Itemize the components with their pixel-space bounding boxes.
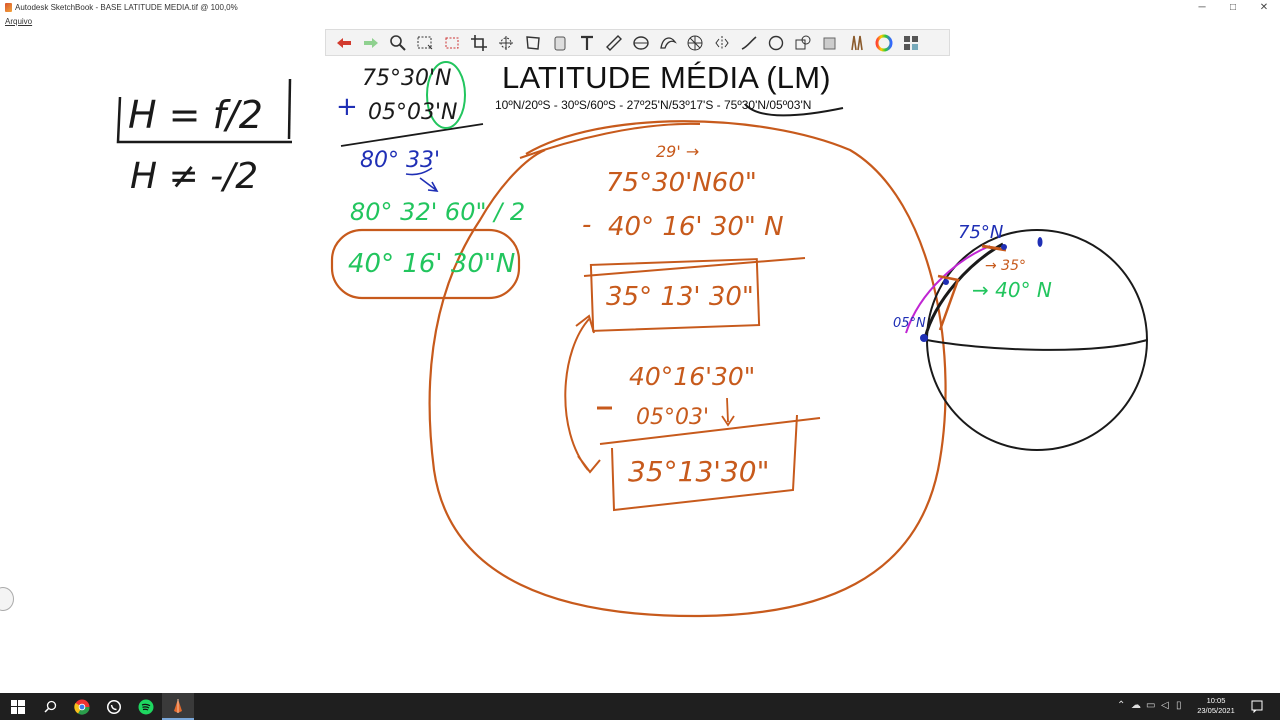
spotify-taskbar-button[interactable] — [130, 693, 162, 720]
shape-icon — [795, 35, 810, 49]
plus-sign: + — [336, 92, 358, 122]
minimize-button[interactable]: ─ — [1186, 0, 1218, 14]
formula-top: H = f/2 — [128, 93, 263, 137]
menu-bar: Arquivo — [0, 14, 1280, 28]
redo-icon — [363, 37, 378, 48]
ruler-icon — [605, 34, 622, 51]
sketchbook-app-icon — [5, 3, 12, 12]
distort-icon — [525, 35, 540, 50]
undo-button[interactable] — [332, 31, 355, 54]
network-icon[interactable]: ▭ — [1146, 700, 1155, 711]
sketchbook-taskbar-button[interactable] — [162, 693, 194, 720]
sketchbook-toolbar — [325, 29, 950, 56]
zoom-icon — [389, 34, 406, 51]
color-puck-icon — [903, 35, 918, 50]
windows-start-icon — [11, 699, 25, 714]
globe-label-75n: 75°N — [958, 222, 1004, 243]
chrome-taskbar-button[interactable] — [66, 693, 98, 720]
fill-button[interactable] — [548, 31, 571, 54]
sum-result: 80° 33' — [360, 148, 441, 173]
color-puck-button[interactable] — [899, 31, 922, 54]
maximize-button[interactable]: □ — [1217, 0, 1249, 14]
redo-button[interactable] — [359, 31, 382, 54]
french-curve-icon — [659, 36, 677, 49]
french-curve-button[interactable] — [656, 31, 679, 54]
document-subtitle: 10ºN/20ºS - 30ºS/60ºS - 27º25'N/53º17'S … — [495, 98, 812, 112]
brush-palette-button[interactable] — [845, 31, 868, 54]
color-wheel-icon — [875, 34, 892, 51]
perspective-icon — [687, 35, 702, 50]
search-icon — [43, 700, 56, 713]
search-button[interactable] — [34, 693, 66, 720]
spotify-icon — [138, 699, 154, 714]
tray-chevron-up-icon[interactable]: ⌃ — [1117, 700, 1125, 711]
formula-bottom: H ≠ -/2 — [130, 156, 259, 197]
windows-taskbar: ⌃ ☁ ▭ ◁ ▯ 10:05 23/05/2021 — [0, 693, 1280, 720]
globe-label-05n: 05°N — [893, 316, 926, 331]
sum-line1: 75°30'N — [362, 66, 452, 91]
crop-button[interactable] — [467, 31, 490, 54]
select-button[interactable] — [413, 31, 436, 54]
symmetry-button[interactable] — [710, 31, 733, 54]
copic-icon — [823, 37, 835, 49]
transform-button[interactable] — [494, 31, 517, 54]
window-title: Autodesk SketchBook - BASE LATITUDE MEDI… — [15, 3, 238, 12]
line-icon — [741, 35, 757, 50]
brush-palette-icon — [850, 35, 863, 50]
symmetry-icon — [714, 35, 729, 50]
copic-button[interactable] — [818, 31, 841, 54]
ellipse-guide-icon — [632, 35, 649, 50]
check-result: 35°13'30" — [628, 455, 770, 488]
title-bar: Autodesk SketchBook - BASE LATITUDE MEDI… — [0, 0, 1280, 14]
document-title: LATITUDE MÉDIA (LM) — [502, 60, 831, 95]
close-button[interactable]: ✕ — [1248, 0, 1280, 14]
half-computation: 80° 32' 60" / 2 — [350, 198, 526, 226]
bucket-fill-icon — [554, 36, 565, 50]
clock-date: 23/05/2021 — [1197, 706, 1235, 715]
distort-button[interactable] — [521, 31, 544, 54]
chrome-icon — [74, 699, 90, 715]
globe-label-35: → 35° — [985, 258, 1026, 274]
transform-icon — [498, 35, 513, 50]
latitude-media-result: 40° 16' 30"N — [348, 249, 516, 279]
volume-icon[interactable]: ◁ — [1161, 700, 1169, 711]
subtraction-result: 35° 13' 30" — [606, 282, 754, 312]
check-bottom: 05°03' — [636, 405, 710, 430]
subtraction-top: 75°30'N60" — [606, 168, 757, 198]
ellipse-guide-button[interactable] — [629, 31, 652, 54]
menu-arquivo[interactable]: Arquivo — [5, 17, 32, 26]
globe-label-40n: → 40° N — [972, 278, 1052, 302]
whatsapp-icon — [107, 699, 121, 714]
sketchbook-icon — [174, 698, 182, 713]
perspective-button[interactable] — [683, 31, 706, 54]
zoom-button[interactable] — [386, 31, 409, 54]
notification-center-icon[interactable] — [1250, 699, 1264, 713]
undo-icon — [336, 37, 351, 48]
battery-icon[interactable]: ▯ — [1176, 700, 1182, 711]
whatsapp-taskbar-button[interactable] — [98, 693, 130, 720]
crop-icon — [470, 34, 487, 51]
taskbar-clock[interactable]: 10:05 23/05/2021 — [1196, 696, 1236, 716]
check-top: 40°16'30" — [629, 362, 756, 391]
ruler-button[interactable] — [602, 31, 625, 54]
cloud-icon[interactable]: ☁ — [1131, 700, 1141, 711]
subtraction-bottom: 40° 16' 30" N — [608, 212, 784, 242]
lasso-select-icon — [445, 37, 458, 48]
borrow-note: 29' → — [656, 142, 700, 161]
text-button[interactable] — [575, 31, 598, 54]
lasso-select-button[interactable] — [440, 31, 463, 54]
select-icon — [417, 36, 432, 49]
shape-button[interactable] — [791, 31, 814, 54]
circle-button[interactable] — [764, 31, 787, 54]
minus-sign: - — [582, 210, 592, 240]
line-button[interactable] — [737, 31, 760, 54]
sum-line2: 05°03'N — [368, 100, 458, 125]
clock-time: 10:05 — [1206, 696, 1226, 705]
color-wheel-button[interactable] — [872, 31, 895, 54]
circle-icon — [768, 35, 783, 50]
text-icon — [580, 35, 593, 50]
start-button[interactable] — [2, 693, 34, 720]
